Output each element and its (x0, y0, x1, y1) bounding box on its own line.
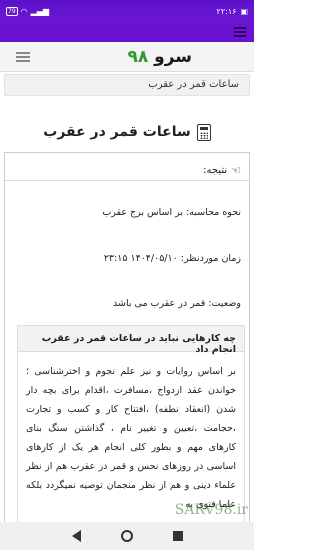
calculator-icon (196, 123, 211, 141)
recent-apps-icon[interactable] (172, 531, 183, 541)
home-icon[interactable] (120, 530, 133, 542)
advice-body: بر اساس روایات و نیز علم نجوم و اخترشناس… (26, 366, 236, 510)
hamburger-icon[interactable] (16, 52, 30, 62)
breadcrumb[interactable]: ساعات قمر در عقرب (4, 74, 250, 96)
site-logo[interactable]: سرو ۹۸ (127, 47, 192, 67)
page-title: ساعات قمر در عقرب (0, 120, 254, 144)
battery-badge: 79 (6, 6, 18, 16)
back-icon[interactable] (71, 530, 81, 542)
menu-icon[interactable] (234, 27, 246, 37)
result-label: نتیجه: (203, 165, 228, 176)
app-top-strip (0, 22, 254, 42)
signal-icon: ▂▄▆ (30, 6, 50, 16)
notification-icon: ▣ (240, 6, 248, 16)
method-line: نحوه محاسبه: بر اساس برج عقرب (102, 207, 241, 218)
result-card: ☜ نتیجه: نحوه محاسبه: بر اساس برج عقرب ز… (4, 152, 250, 550)
wifi-icon: ◠ (20, 6, 28, 16)
android-nav-bar (0, 522, 254, 550)
status-right: ۲۲:۱۶ ▣ (217, 7, 248, 16)
status-left: 79 ◠ ▂▄▆ (6, 6, 50, 16)
brand-number: ۹۸ (127, 47, 149, 67)
watermark: SARV98.ir (174, 502, 248, 518)
site-header: سرو ۹۸ (0, 42, 254, 72)
time-line: زمان موردنظر: ۱۴۰۴/۰۵/۱۰ ۲۳:۱۵ (103, 253, 241, 264)
hand-pointing-icon: ☜ (231, 164, 241, 177)
status-time: ۲۲:۱۶ (216, 6, 237, 16)
page-title-text: ساعات قمر در عقرب (43, 124, 191, 140)
advice-title: چه کارهایی نباید در ساعات قمر در عقرب ان… (18, 326, 244, 355)
status-bar: 79 ◠ ▂▄▆ ۲۲:۱۶ ▣ (0, 0, 254, 22)
status-line: وضعیت: قمر در عقرب می باشد (113, 298, 241, 309)
brand-text: سرو (154, 47, 192, 67)
result-header: ☜ نتیجه: (5, 153, 249, 181)
